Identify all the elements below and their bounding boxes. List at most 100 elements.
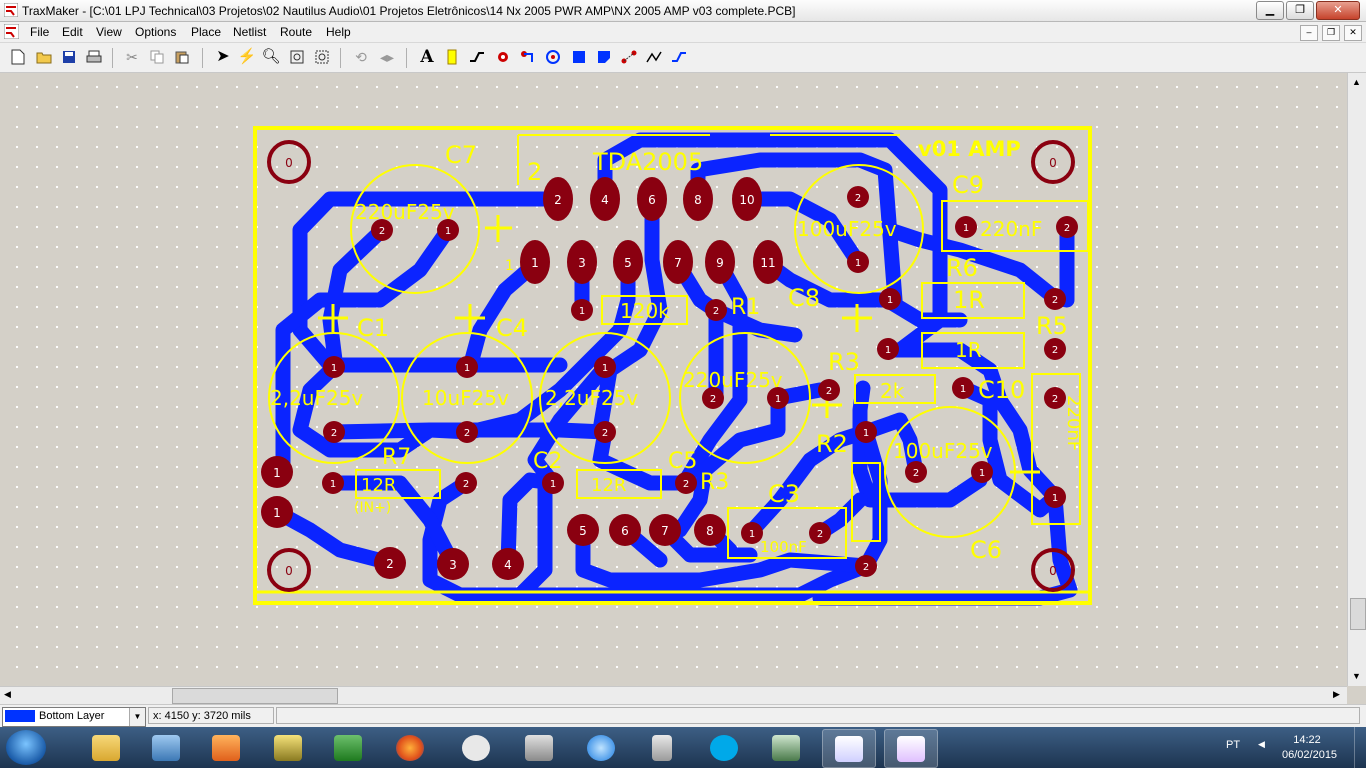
svg-text:2: 2: [554, 193, 562, 207]
paste-icon[interactable]: [173, 48, 191, 66]
menu-netlist[interactable]: Netlist: [233, 25, 266, 39]
scroll-down-icon[interactable]: ▼: [1352, 671, 1361, 681]
svg-text:6: 6: [621, 524, 629, 538]
svg-text:1: 1: [602, 363, 608, 374]
mounting-hole: 0: [267, 140, 311, 184]
taskbar-file-explorer[interactable]: [80, 729, 132, 766]
label-r5-value: 1R: [955, 338, 982, 362]
menu-edit[interactable]: Edit: [62, 25, 83, 39]
language-indicator[interactable]: PT: [1226, 739, 1240, 751]
svg-text:0: 0: [285, 156, 293, 170]
label-c9-electrolytic-value: 100uF25v: [797, 217, 897, 241]
copy-icon[interactable]: [148, 48, 166, 66]
svg-text:8: 8: [706, 524, 714, 538]
taskbar-remote-desktop[interactable]: [140, 729, 192, 766]
taskbar-traxmaker[interactable]: [884, 729, 938, 768]
svg-text:1: 1: [445, 226, 451, 237]
label-pin-1: 1: [505, 258, 514, 274]
arc-icon[interactable]: [544, 48, 562, 66]
mdi-minimize-button[interactable]: –: [1300, 25, 1318, 41]
zoom-icon[interactable]: 🔍︎: [261, 48, 280, 66]
menu-help[interactable]: Help: [326, 25, 351, 39]
open-folder-icon[interactable]: [35, 48, 53, 66]
svg-text:2: 2: [683, 479, 689, 490]
pad-icon[interactable]: [494, 48, 512, 66]
label-c8-value: 220uF25v: [683, 368, 783, 392]
layer-select[interactable]: Bottom Layer ▼: [2, 707, 146, 727]
svg-text:2: 2: [855, 193, 861, 204]
menu-view[interactable]: View: [96, 25, 122, 39]
menu-route[interactable]: Route: [280, 25, 312, 39]
taskbar-skype[interactable]: [698, 729, 750, 766]
label-c8: C8: [788, 284, 820, 312]
taskbar-sigma-app[interactable]: [262, 729, 314, 766]
menu-file[interactable]: File: [30, 25, 49, 39]
trace-icon[interactable]: [670, 48, 688, 66]
polygon-icon[interactable]: [595, 48, 613, 66]
zoom-area-icon[interactable]: [313, 48, 331, 66]
taskbar-ab-app[interactable]: [513, 729, 565, 766]
rotate-icon[interactable]: ⟲: [352, 48, 370, 66]
print-icon[interactable]: [85, 48, 103, 66]
label-r7: R7: [382, 445, 411, 470]
menu-place[interactable]: Place: [191, 25, 221, 39]
track-icon[interactable]: [468, 48, 486, 66]
select-arrow-icon[interactable]: ➤: [214, 48, 232, 66]
new-file-icon[interactable]: [9, 48, 27, 66]
scroll-left-icon[interactable]: ◀: [4, 689, 11, 700]
mirror-icon[interactable]: ◂▸: [378, 48, 396, 66]
taskbar-firefox[interactable]: [384, 729, 436, 766]
scroll-right-icon[interactable]: ▶: [1333, 689, 1340, 700]
maximize-button[interactable]: ❐: [1286, 1, 1314, 20]
fill-icon[interactable]: [570, 48, 588, 66]
mdi-close-button[interactable]: ✕: [1344, 25, 1362, 41]
svg-text:2: 2: [464, 428, 470, 439]
svg-text:2: 2: [386, 557, 394, 571]
zoom-fit-icon[interactable]: [288, 48, 306, 66]
label-c4: C4: [496, 314, 528, 342]
component-icon[interactable]: [443, 48, 461, 66]
connection-icon[interactable]: [620, 48, 638, 66]
chevron-down-icon[interactable]: ▼: [129, 708, 145, 726]
svg-text:0: 0: [1049, 564, 1057, 578]
show-desktop-button[interactable]: [1354, 727, 1366, 768]
minimize-button[interactable]: ▁: [1256, 1, 1284, 20]
text-icon[interactable]: A: [418, 48, 436, 66]
autoroute-icon[interactable]: ⚡: [238, 48, 257, 66]
vertical-scrollbar[interactable]: ▲ ▼: [1347, 73, 1366, 686]
close-button[interactable]: ✕: [1316, 1, 1360, 20]
taskbar-clock-app[interactable]: [450, 729, 502, 766]
start-button[interactable]: [6, 730, 46, 765]
label-c3: C3: [768, 480, 800, 508]
svg-text:2: 2: [1052, 345, 1058, 356]
document-icon[interactable]: [4, 24, 19, 39]
taskbar-schematic-app[interactable]: [822, 729, 876, 768]
label-c4-value: 10uF25v: [422, 386, 509, 410]
system-clock[interactable]: 14:22 06/02/2015: [1282, 733, 1337, 763]
mdi-controls: – ❐ ✕: [1300, 25, 1362, 41]
scroll-up-icon[interactable]: ▲: [1352, 77, 1361, 87]
via-icon[interactable]: [519, 48, 537, 66]
mdi-restore-button[interactable]: ❐: [1322, 25, 1340, 41]
taskbar-monitor-app[interactable]: [760, 729, 812, 766]
svg-text:9: 9: [716, 256, 724, 270]
taskbar-internet-explorer[interactable]: [575, 729, 627, 766]
horizontal-scrollbar[interactable]: ◀ ▶: [0, 686, 1347, 704]
menu-options[interactable]: Options: [135, 25, 176, 39]
title-bar: TraxMaker - [C:\01 LPJ Technical\03 Proj…: [0, 0, 1366, 22]
label-r2: R2: [816, 430, 848, 458]
taskbar-calculator[interactable]: [636, 729, 688, 766]
taskbar-excel[interactable]: [322, 729, 374, 766]
route-icon[interactable]: [645, 48, 663, 66]
pcb-drawing[interactable]: C7 TDA2005 v01 AMP C9 220nF R6 1R R5 C8 …: [0, 73, 1347, 686]
vertical-scroll-thumb[interactable]: [1350, 598, 1366, 630]
label-r3-bottom-value: 12R: [591, 475, 626, 496]
cut-icon[interactable]: ✂: [123, 48, 141, 66]
tray-expand-icon[interactable]: ◀: [1258, 739, 1265, 750]
save-icon[interactable]: [60, 48, 78, 66]
svg-text:2: 2: [713, 306, 719, 317]
taskbar-media-player[interactable]: [200, 729, 252, 766]
horizontal-scroll-thumb[interactable]: [172, 688, 338, 704]
svg-text:6: 6: [648, 193, 656, 207]
pcb-canvas[interactable]: C7 TDA2005 v01 AMP C9 220nF R6 1R R5 C8 …: [0, 73, 1347, 686]
